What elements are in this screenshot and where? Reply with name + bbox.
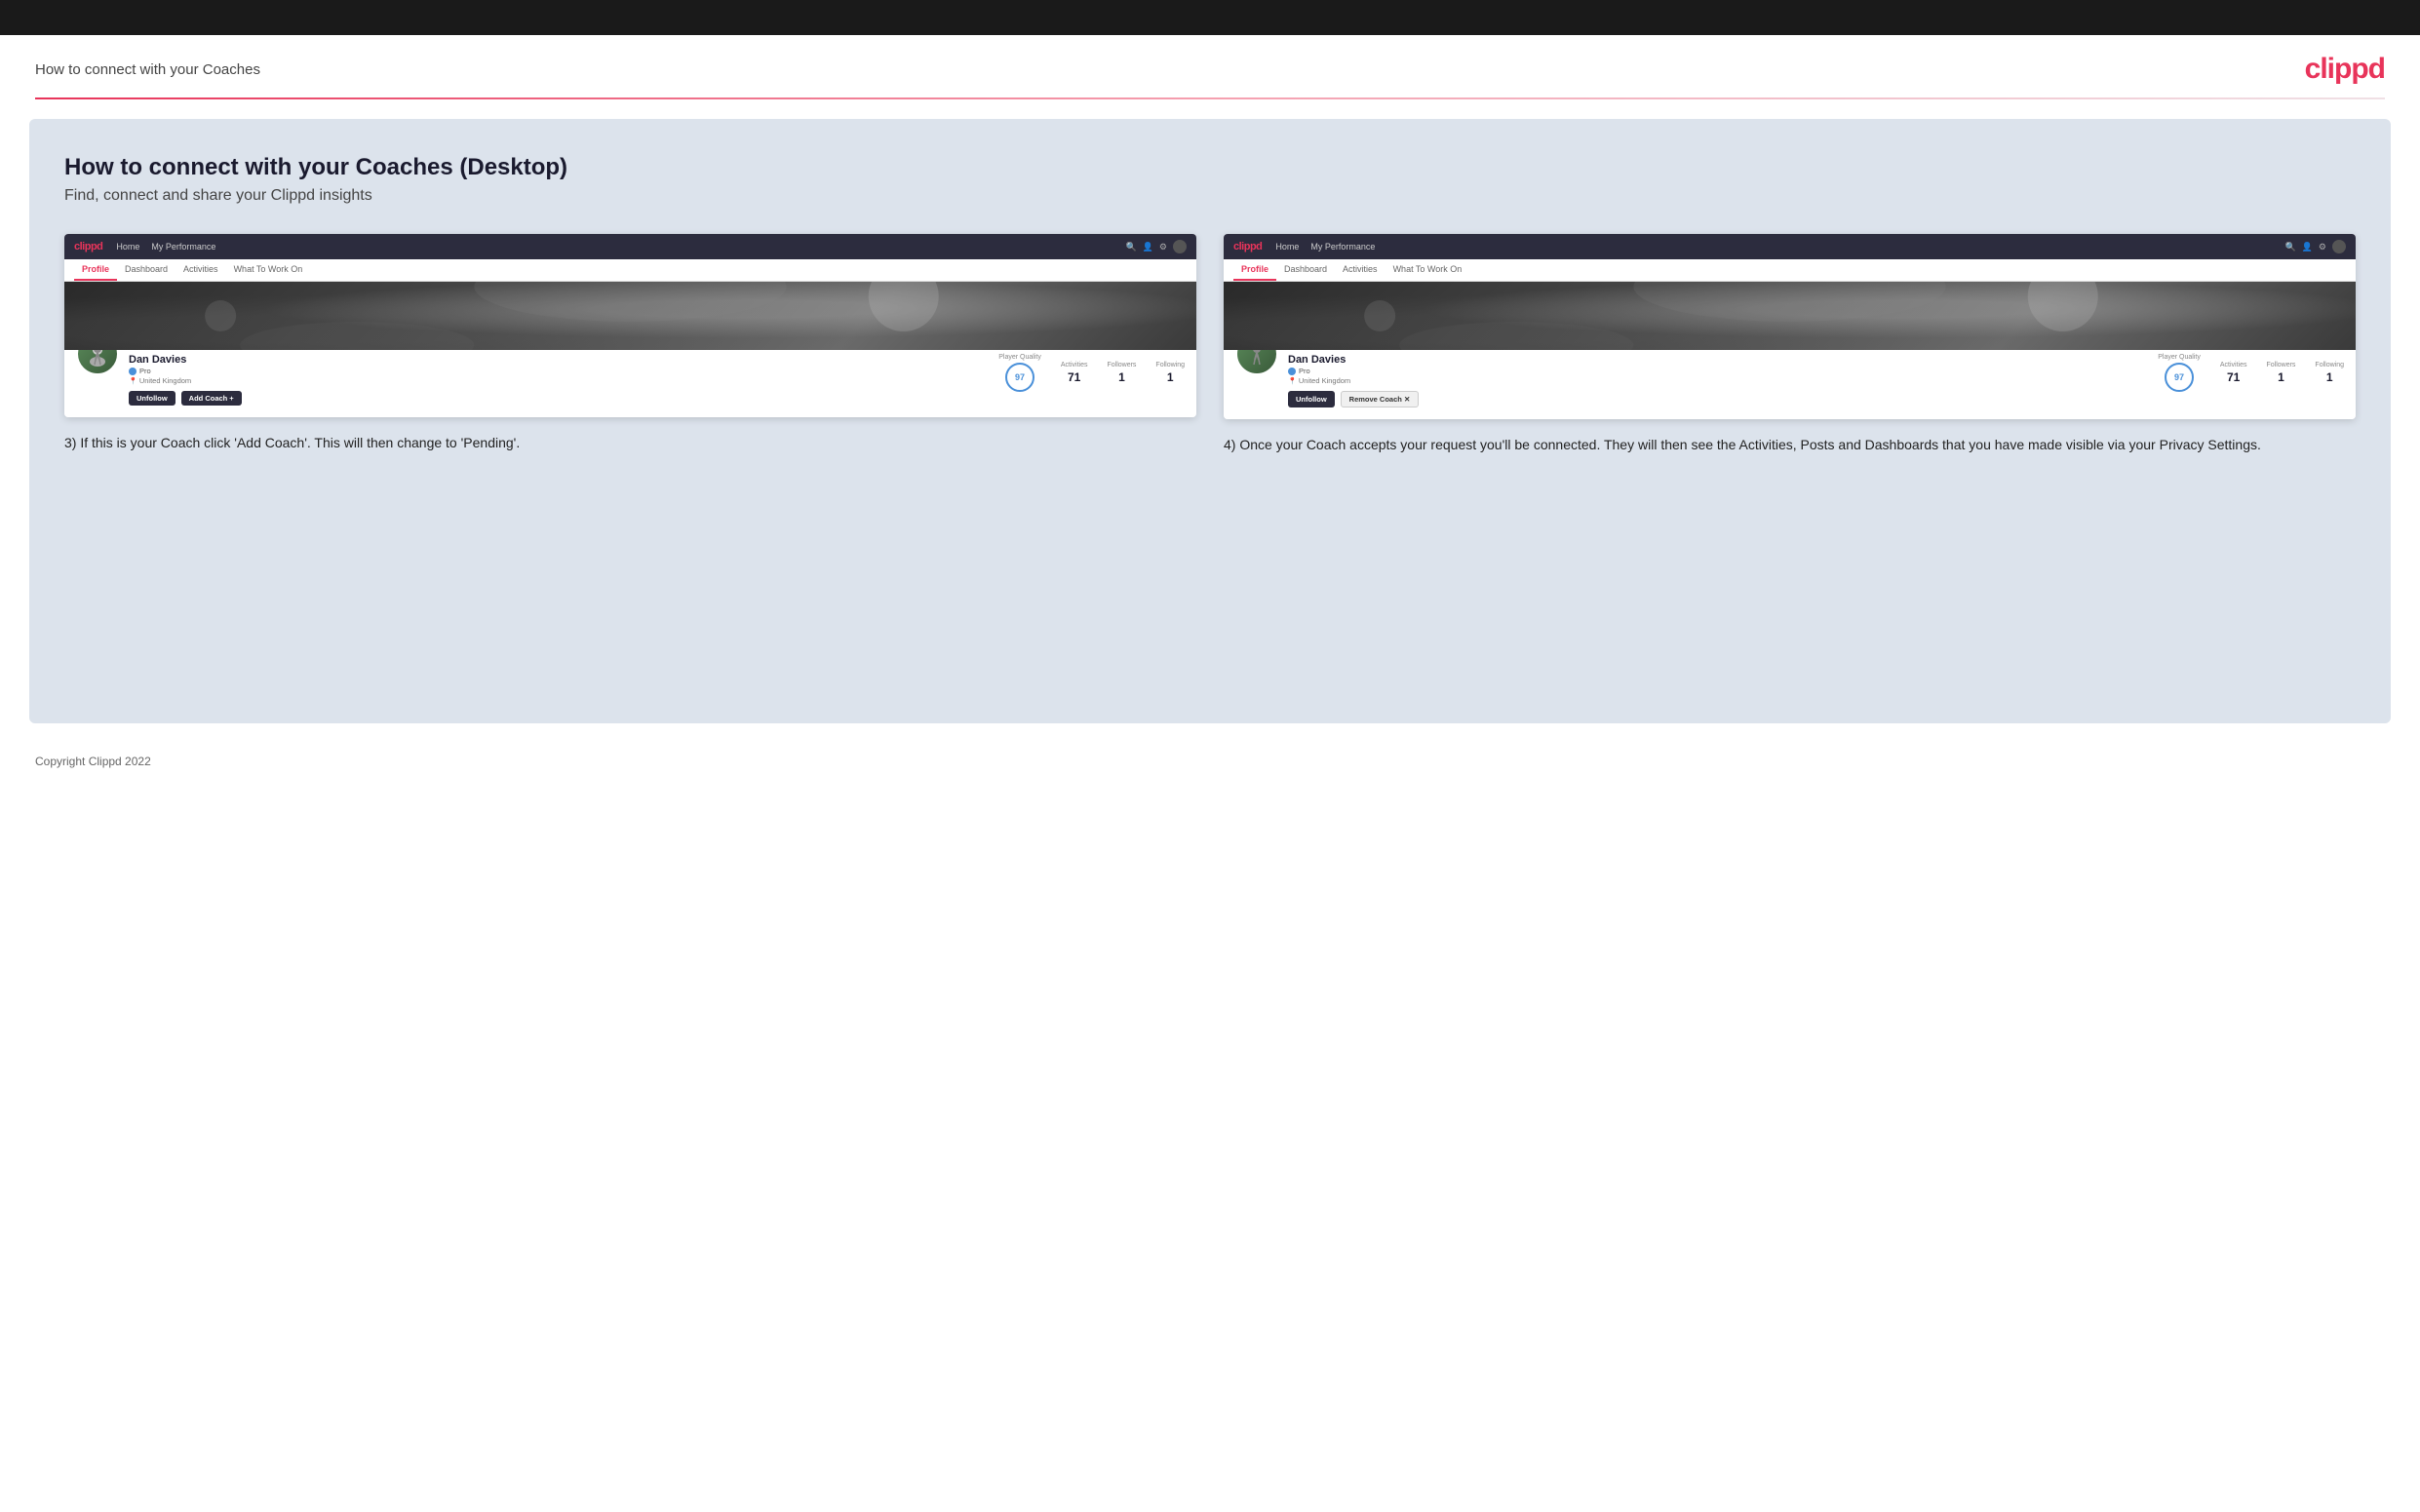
mock-nav-home-right[interactable]: Home	[1275, 242, 1299, 252]
copyright-text: Copyright Clippd 2022	[35, 755, 151, 768]
header-divider	[35, 97, 2385, 99]
screenshot-right-col: clippd Home My Performance 🔍 👤 ⚙ Profile	[1224, 234, 2356, 455]
tab-profile-right[interactable]: Profile	[1233, 259, 1276, 281]
mock-stats-left: Player Quality 97 Activities 71 Follower…	[668, 354, 1186, 392]
tab-what-to-work-on-right[interactable]: What To Work On	[1386, 259, 1470, 281]
mock-stats-right: Player Quality 97 Activities 71 Follower…	[1827, 354, 2345, 392]
tab-what-to-work-on-left[interactable]: What To Work On	[226, 259, 311, 281]
mock-stat-quality-right: Player Quality 97	[2158, 354, 2201, 392]
mock-tabs-right: Profile Dashboard Activities What To Wor…	[1224, 259, 2356, 282]
main-title: How to connect with your Coaches (Deskto…	[64, 154, 2356, 181]
mock-stat-following-left: Following 1	[1155, 362, 1185, 384]
main-content: How to connect with your Coaches (Deskto…	[29, 119, 2391, 723]
mock-nav-logo-right: clippd	[1233, 241, 1262, 252]
verified-icon-left	[129, 368, 137, 375]
screenshots-row: clippd Home My Performance 🔍 👤 ⚙ Profile	[64, 234, 2356, 455]
mock-profile-main-left: Dan Davies Pro 📍 United Kingdom Unfollow	[76, 350, 1185, 406]
mock-player-badge-right: Pro	[1288, 367, 1806, 375]
page-header: How to connect with your Coaches clippd	[0, 35, 2420, 97]
mock-nav-icons-left: 🔍 👤 ⚙	[1125, 240, 1187, 253]
settings-icon-left[interactable]: ⚙	[1159, 242, 1167, 252]
tab-dashboard-left[interactable]: Dashboard	[117, 259, 176, 281]
remove-coach-button-right[interactable]: Remove Coach ✕	[1341, 391, 1420, 407]
page-footer: Copyright Clippd 2022	[0, 743, 2420, 780]
quality-circle-left: 97	[1005, 363, 1034, 392]
mock-buttons-right: Unfollow Remove Coach ✕	[1288, 391, 1806, 407]
mock-nav-myperformance-left[interactable]: My Performance	[151, 242, 215, 252]
mock-tabs-left: Profile Dashboard Activities What To Wor…	[64, 259, 1196, 282]
plus-icon-left: +	[229, 394, 233, 403]
mock-location-right: 📍 United Kingdom	[1288, 376, 1806, 385]
mock-profile-section-left: Dan Davies Pro 📍 United Kingdom Unfollow	[64, 350, 1196, 417]
mock-nav-logo-left: clippd	[74, 241, 102, 252]
main-subtitle: Find, connect and share your Clippd insi…	[64, 187, 2356, 205]
mock-nav-home-left[interactable]: Home	[116, 242, 139, 252]
verified-icon-right	[1288, 368, 1296, 375]
mock-stat-following-right: Following 1	[2315, 362, 2344, 384]
tab-profile-left[interactable]: Profile	[74, 259, 117, 281]
mock-nav-links-left: Home My Performance	[116, 242, 1112, 252]
settings-icon-right[interactable]: ⚙	[2319, 242, 2326, 252]
page-header-title: How to connect with your Coaches	[35, 61, 260, 78]
top-bar	[0, 0, 2420, 35]
mock-cover-left	[64, 282, 1196, 350]
mock-player-name-right: Dan Davies	[1288, 354, 1806, 366]
person-icon-left[interactable]: 👤	[1143, 242, 1153, 252]
mock-profile-info-right: Dan Davies Pro 📍 United Kingdom Unfollow	[1288, 354, 1806, 407]
mock-profile-main-right: Dan Davies Pro 📍 United Kingdom Unfollow	[1235, 350, 2344, 407]
search-icon-left[interactable]: 🔍	[1125, 242, 1136, 252]
person-icon-right[interactable]: 👤	[2302, 242, 2313, 252]
mock-stat-quality-left: Player Quality 97	[998, 354, 1041, 392]
mock-stat-activities-right: Activities 71	[2220, 362, 2247, 384]
mock-profile-info-left: Dan Davies Pro 📍 United Kingdom Unfollow	[129, 354, 646, 406]
add-coach-button-left[interactable]: Add Coach +	[181, 391, 242, 406]
mock-nav-myperformance-right[interactable]: My Performance	[1310, 242, 1375, 252]
unfollow-button-right[interactable]: Unfollow	[1288, 391, 1335, 407]
mock-location-left: 📍 United Kingdom	[129, 376, 646, 385]
tab-activities-left[interactable]: Activities	[176, 259, 226, 281]
globe-icon-right[interactable]	[2332, 240, 2346, 253]
mock-nav-left: clippd Home My Performance 🔍 👤 ⚙	[64, 234, 1196, 259]
tab-dashboard-right[interactable]: Dashboard	[1276, 259, 1335, 281]
unfollow-button-left[interactable]: Unfollow	[129, 391, 176, 406]
mock-stat-followers-left: Followers 1	[1107, 362, 1136, 384]
mock-nav-right: clippd Home My Performance 🔍 👤 ⚙	[1224, 234, 2356, 259]
quality-circle-right: 97	[2165, 363, 2194, 392]
mock-buttons-left: Unfollow Add Coach +	[129, 391, 646, 406]
mock-browser-left: clippd Home My Performance 🔍 👤 ⚙ Profile	[64, 234, 1196, 417]
mock-player-name-left: Dan Davies	[129, 354, 646, 366]
step3-description: 3) If this is your Coach click 'Add Coac…	[64, 433, 1196, 453]
mock-player-badge-left: Pro	[129, 367, 646, 375]
clippd-logo: clippd	[2305, 53, 2385, 86]
mock-cover-right	[1224, 282, 2356, 350]
mock-profile-section-right: Dan Davies Pro 📍 United Kingdom Unfollow	[1224, 350, 2356, 419]
screenshot-left-col: clippd Home My Performance 🔍 👤 ⚙ Profile	[64, 234, 1196, 455]
search-icon-right[interactable]: 🔍	[2284, 242, 2295, 252]
mock-nav-icons-right: 🔍 👤 ⚙	[2284, 240, 2346, 253]
mock-stat-activities-left: Activities 71	[1061, 362, 1088, 384]
globe-icon-left[interactable]	[1173, 240, 1187, 253]
mock-browser-right: clippd Home My Performance 🔍 👤 ⚙ Profile	[1224, 234, 2356, 419]
mock-nav-links-right: Home My Performance	[1275, 242, 2271, 252]
step4-description: 4) Once your Coach accepts your request …	[1224, 435, 2356, 455]
tab-activities-right[interactable]: Activities	[1335, 259, 1386, 281]
mock-stat-followers-right: Followers 1	[2266, 362, 2295, 384]
